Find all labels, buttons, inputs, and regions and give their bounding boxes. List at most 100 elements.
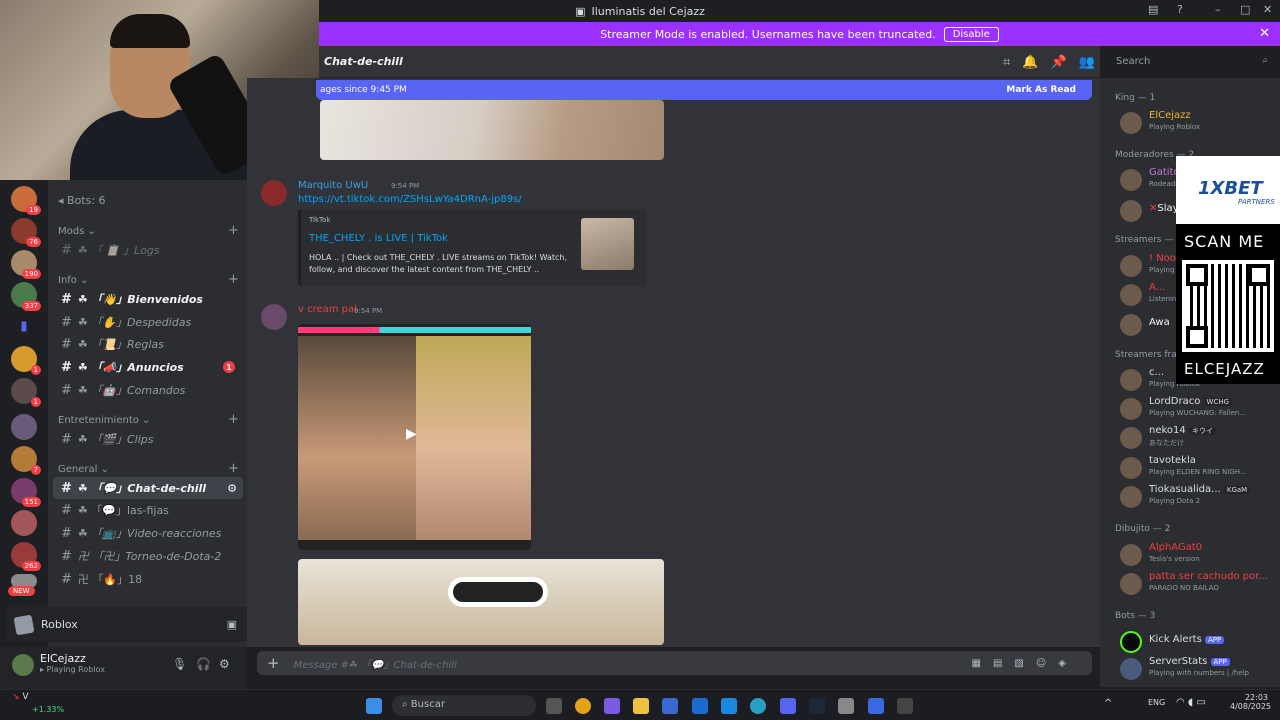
chrome-icon[interactable]	[575, 698, 591, 714]
microphone-icon[interactable]: 🎙	[172, 657, 187, 671]
edge-icon[interactable]	[750, 698, 766, 714]
channel-chat-de-chill[interactable]: # ☘ 「💬」Chat-de-chill ⚙	[53, 477, 243, 499]
avatar[interactable]	[261, 180, 287, 206]
message-image[interactable]	[298, 559, 664, 645]
channel-despedidas[interactable]: # ☘ 「✋」Despedidas	[53, 311, 243, 333]
windows-start-icon[interactable]	[366, 698, 382, 714]
member-item[interactable]: LordDraco WCHG Playing WUCHANG: Fallen...	[1120, 396, 1280, 426]
server-icon[interactable]	[11, 414, 37, 440]
add-channel-icon[interactable]: +	[228, 223, 239, 238]
emoji-icon[interactable]: ☺	[1036, 658, 1058, 669]
disable-streamer-button[interactable]: Disable	[943, 26, 999, 42]
language-indicator[interactable]: ENG	[1148, 698, 1165, 707]
server-icon[interactable]	[11, 510, 37, 536]
tray-chevron-icon[interactable]: ^	[1104, 698, 1112, 709]
search-input[interactable]: Search ⌕	[1110, 53, 1274, 72]
embed-thumbnail[interactable]	[581, 218, 634, 270]
member-item[interactable]: neko14 キウイ あなただけ	[1120, 425, 1280, 455]
gif-icon[interactable]: ▤	[993, 658, 1014, 669]
server-icon[interactable]: 262	[11, 542, 41, 571]
add-channel-icon[interactable]: +	[228, 272, 239, 287]
apps-icon[interactable]: ◈	[1058, 658, 1078, 669]
pin-icon[interactable]: 📌	[1051, 55, 1067, 70]
member-item[interactable]: ServerStats APP Playing with numbers | /h…	[1120, 656, 1280, 686]
minimize-button[interactable]: –	[1215, 3, 1221, 16]
close-icon[interactable]: ✕	[1259, 26, 1270, 41]
user-settings-icon[interactable]: ⚙	[219, 657, 230, 671]
mark-as-read-button[interactable]: Mark As Read	[1006, 85, 1076, 95]
add-channel-icon[interactable]: +	[228, 412, 239, 427]
channel-torneo-dota[interactable]: # 卍 「卍」Torneo-de-Dota-2	[53, 545, 243, 567]
video-attachment[interactable]: ▶	[298, 324, 531, 550]
channel-anuncios[interactable]: # ☘ 「📣」Anuncios 1	[53, 356, 243, 378]
channel-video-reacciones[interactable]: # ☘ 「📺」Video-reacciones	[53, 522, 243, 544]
discord-taskbar-icon[interactable]	[780, 698, 796, 714]
member-item[interactable]: patta ser cachudo por... PARADO NO BAILAO	[1120, 571, 1280, 601]
member-item[interactable]: Tiokasualida... KGaM Playing Dota 2	[1120, 484, 1280, 514]
server-icon[interactable]: 7	[11, 446, 41, 475]
channel-las-fijas[interactable]: # ☘ 「💬」las-fijas	[53, 499, 243, 521]
member-item[interactable]: Kick Alerts APP	[1120, 629, 1280, 659]
member-item[interactable]: tavotekla Playing ELDEN RING NIGH...	[1120, 455, 1280, 485]
server-icon[interactable]: 151	[11, 478, 41, 507]
folder-icon[interactable]: ▮	[11, 314, 37, 340]
category-info[interactable]: Info ⌄ +	[58, 272, 239, 287]
channel-clips[interactable]: # ☘ 「🎬」Clips	[53, 428, 243, 450]
message-author[interactable]: Marquito UwU	[298, 180, 368, 191]
server-icon[interactable]: 190	[11, 250, 41, 279]
server-icon[interactable]: 1	[11, 378, 41, 407]
app-icon[interactable]	[868, 698, 884, 714]
channel-bienvenidos[interactable]: # ☘ 「👋」Bienvenidos	[53, 288, 243, 310]
category-general[interactable]: General ⌄ +	[58, 461, 239, 476]
add-channel-icon[interactable]: +	[228, 461, 239, 476]
settings-gear-icon[interactable]: ⚙	[227, 482, 237, 495]
taskbar-search[interactable]: ⌕ Buscar	[392, 695, 536, 716]
bell-icon[interactable]: 🔔	[1022, 55, 1038, 70]
channel-logs[interactable]: # ☘ 「 📋 」Logs	[53, 239, 243, 261]
tray-icons[interactable]: ◠ ◖ ▭	[1176, 697, 1206, 708]
member-item[interactable]: AlphAGat0 Tesla's version	[1120, 542, 1280, 572]
embed-title[interactable]: THE_CHELY . is LIVE | TikTok	[309, 233, 448, 244]
play-icon[interactable]: ▶	[406, 426, 417, 442]
message-composer[interactable]: + Message #☘ 「💬」Chat-de-chill ▦▤▧☺◈	[257, 651, 1092, 675]
avatar[interactable]	[12, 654, 34, 676]
dropbox-icon[interactable]	[721, 698, 737, 714]
help-icon[interactable]: ?	[1177, 3, 1183, 16]
category-mods[interactable]: Mods ⌄ +	[58, 223, 239, 238]
file-explorer-icon[interactable]	[633, 698, 649, 714]
member-item[interactable]: ElCejazz Playing Roblox	[1120, 110, 1280, 140]
channel-comandos[interactable]: # ☘ 「🤖」Comandos	[53, 379, 243, 401]
server-icon[interactable]: 1	[11, 346, 41, 375]
headphones-icon[interactable]: 🎧	[196, 657, 211, 671]
steam-icon[interactable]	[809, 698, 825, 714]
outlook-icon[interactable]	[692, 698, 708, 714]
message-image[interactable]	[320, 100, 664, 160]
server-icon[interactable]: 76	[11, 218, 41, 247]
sticker-icon[interactable]: ▧	[1014, 658, 1035, 669]
screen-share-icon[interactable]: ▣	[227, 618, 237, 631]
channel-reglas[interactable]: # ☘ 「📜」Reglas	[53, 333, 243, 355]
store-icon[interactable]	[662, 698, 678, 714]
inbox-icon[interactable]: ▤	[1148, 3, 1158, 16]
ticker-widget[interactable]: ↘ V	[12, 692, 29, 702]
server-icon[interactable]: 337	[11, 282, 41, 311]
copilot-icon[interactable]	[604, 698, 620, 714]
app-icon[interactable]	[897, 698, 913, 714]
threads-icon[interactable]: ⌗	[1003, 55, 1010, 70]
members-icon[interactable]: 👥	[1079, 55, 1095, 70]
clock[interactable]: 22:03 4/08/2025	[1230, 693, 1271, 711]
avatar[interactable]	[261, 304, 287, 330]
maximize-button[interactable]: □	[1240, 3, 1250, 16]
app-icon[interactable]	[838, 698, 854, 714]
activity-panel[interactable]: Roblox ▣	[5, 607, 247, 642]
message-link[interactable]: https://vt.tiktok.com/ZSHsLwYa4DRnA-jp89…	[298, 194, 522, 205]
server-icon[interactable]: 19	[11, 186, 41, 215]
gift-icon[interactable]: ▦	[972, 658, 993, 669]
channel-18[interactable]: # 卍 「🔥」18	[53, 568, 243, 590]
message-author[interactable]: v cream pal	[298, 304, 357, 315]
add-attachment-icon[interactable]: +	[267, 654, 280, 672]
task-view-icon[interactable]	[546, 698, 562, 714]
category-entretenimiento[interactable]: Entretenimiento ⌄ +	[58, 412, 239, 427]
new-messages-bar[interactable]: ages since 9:45 PM Mark As Read	[316, 80, 1092, 100]
close-window-button[interactable]: ✕	[1263, 3, 1272, 16]
